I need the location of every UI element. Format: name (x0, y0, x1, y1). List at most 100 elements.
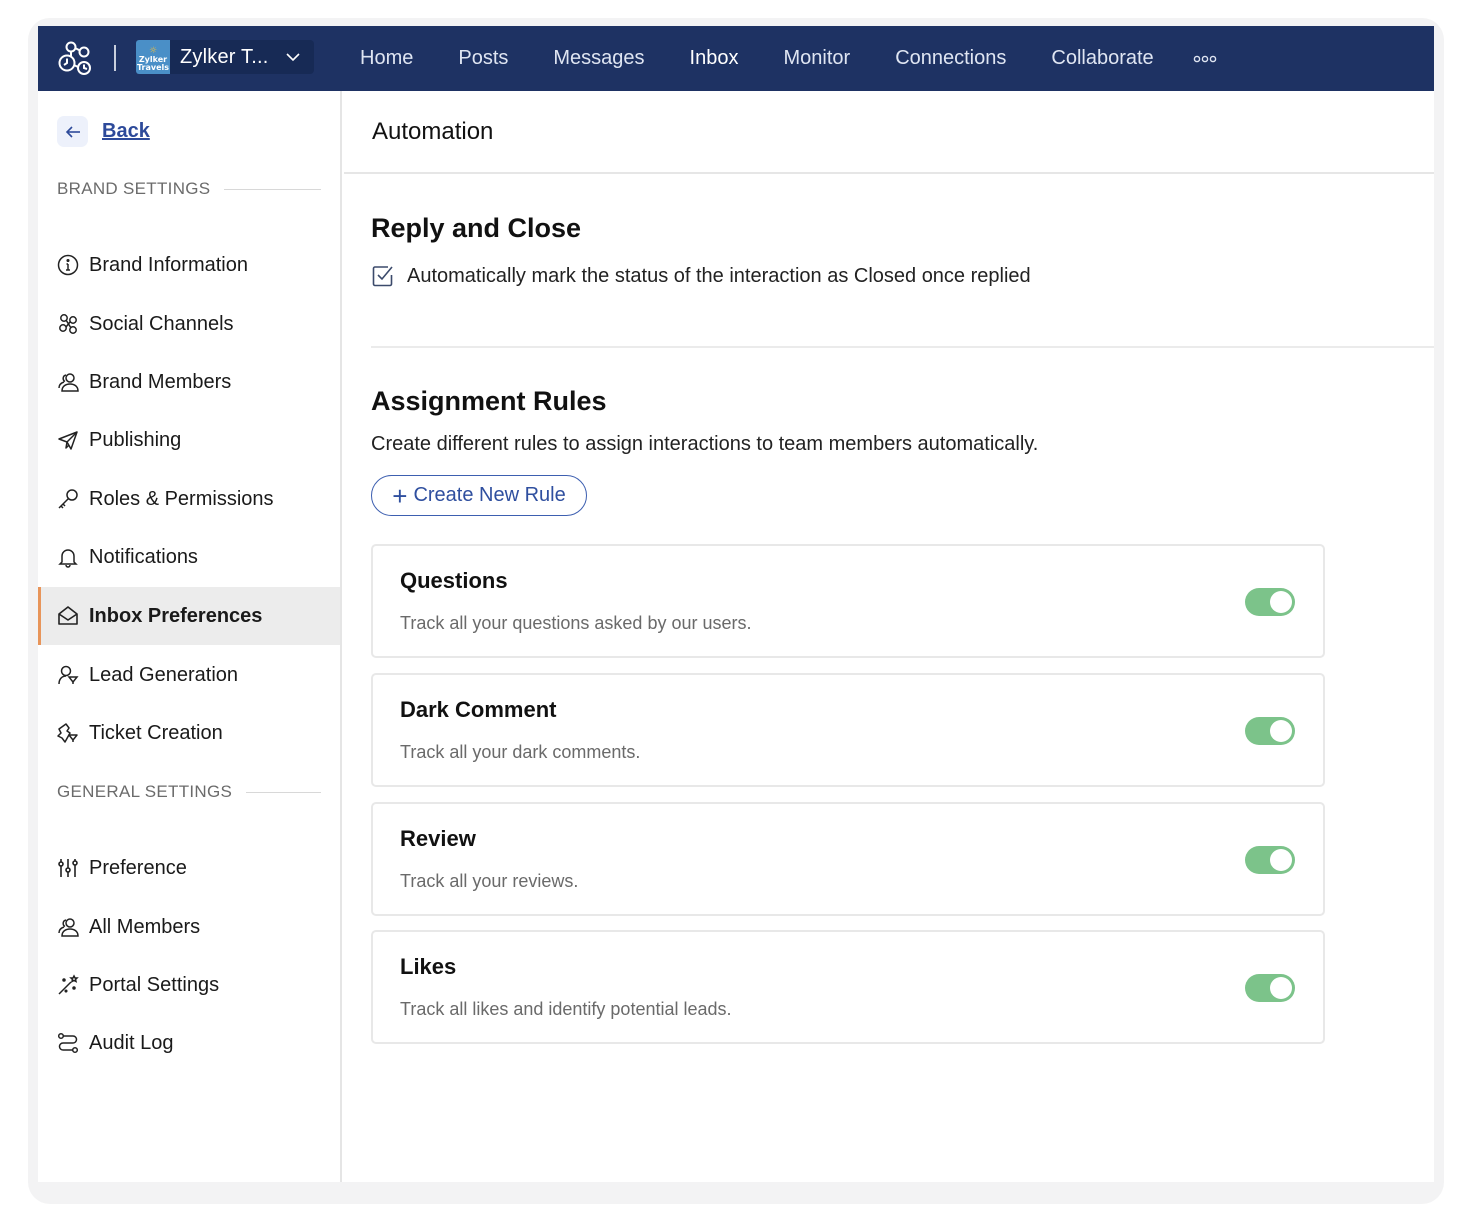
rule-toggle-likes[interactable] (1245, 974, 1295, 1002)
sidebar-item-label: Social Channels (89, 312, 234, 335)
bell-icon (57, 546, 79, 568)
section-divider (371, 346, 1434, 348)
main-content: Automation Reply and Close Automatically… (344, 91, 1434, 1182)
back-arrow-icon[interactable] (57, 116, 88, 147)
sidebar-item-label: All Members (89, 915, 201, 938)
sidebar-item-lead-generation[interactable]: Lead Generation (38, 646, 340, 704)
members-icon (57, 371, 79, 393)
app-logo-icon[interactable] (56, 39, 94, 77)
checkbox-checked-icon[interactable] (371, 264, 395, 288)
sidebar-item-preference[interactable]: Preference (38, 839, 340, 897)
sidebar-item-label: Portal Settings (89, 973, 220, 996)
rule-toggle-questions[interactable] (1245, 588, 1295, 616)
section-divider (224, 188, 321, 190)
rule-toggle-review[interactable] (1245, 846, 1295, 874)
sidebar-item-publishing[interactable]: Publishing (38, 411, 340, 469)
page-title: Automation (372, 117, 494, 145)
toggle-knob (1270, 849, 1292, 871)
sidebar-item-roles-permissions[interactable]: Roles & Permissions (38, 470, 340, 528)
toggle-knob (1270, 591, 1292, 613)
sidebar-item-audit-log[interactable]: Audit Log (38, 1014, 340, 1072)
sidebar-item-notifications[interactable]: Notifications (38, 528, 340, 586)
route-icon (57, 1032, 79, 1054)
brand-switcher[interactable]: ☼ Zylker Travels Zylker T... (136, 40, 314, 74)
toggle-knob (1270, 720, 1292, 742)
sidebar-item-ticket-creation[interactable]: Ticket Creation (38, 704, 340, 762)
sidebar-item-label: Brand Information (89, 253, 248, 276)
rule-description: Track all your questions asked by our us… (400, 613, 752, 633)
create-new-rule-button[interactable]: + Create New Rule (371, 475, 587, 516)
sliders-icon (57, 857, 79, 879)
sidebar-item-label: Lead Generation (89, 663, 239, 686)
auto-close-label: Automatically mark the status of the int… (407, 264, 1031, 287)
rule-card-review: Review Track all your reviews. (371, 802, 1325, 916)
general-settings-title: GENERAL SETTINGS (57, 782, 233, 801)
brand-logo-text-2: Travels (136, 63, 170, 72)
sidebar-item-label: Notifications (89, 545, 198, 568)
magic-wand-icon (57, 974, 79, 996)
social-channels-icon (57, 313, 79, 335)
nav-monitor[interactable]: Monitor (783, 47, 850, 70)
sidebar-item-label: Publishing (89, 428, 182, 451)
chevron-down-icon (286, 53, 300, 62)
paper-plane-icon (57, 429, 79, 451)
main-nav: Home Posts Messages Inbox Monitor Connec… (360, 26, 1217, 91)
sidebar-item-label: Ticket Creation (89, 721, 223, 744)
sidebar-item-label: Brand Members (89, 370, 232, 393)
envelope-open-icon (57, 605, 79, 627)
settings-sidebar: Back BRAND SETTINGS Brand Information So… (38, 91, 342, 1182)
page-header: Automation (344, 91, 1434, 174)
rule-description: Track all your reviews. (400, 871, 579, 891)
nav-inbox[interactable]: Inbox (690, 47, 739, 70)
auto-close-checkbox-row[interactable]: Automatically mark the status of the int… (371, 264, 1031, 288)
back-link[interactable]: Back (57, 116, 150, 147)
key-icon (57, 488, 79, 510)
info-icon (57, 254, 79, 276)
section-divider (246, 791, 321, 793)
app-window: ☼ Zylker Travels Zylker T... Home Posts … (38, 26, 1434, 1182)
sidebar-item-label: Audit Log (89, 1031, 174, 1054)
assignment-rules-description: Create different rules to assign interac… (371, 433, 1039, 455)
create-new-rule-label: Create New Rule (413, 484, 566, 506)
brand-logo: ☼ Zylker Travels (136, 40, 170, 74)
nav-posts[interactable]: Posts (458, 47, 508, 70)
sidebar-item-label: Preference (89, 856, 187, 879)
nav-connections[interactable]: Connections (895, 47, 1006, 70)
sidebar-item-brand-members[interactable]: Brand Members (38, 353, 340, 411)
members-icon (57, 916, 79, 938)
rule-description: Track all likes and identify potential l… (400, 999, 732, 1019)
ticket-icon (57, 722, 79, 744)
rule-title: Dark Comment (400, 697, 557, 722)
top-navigation-bar: ☼ Zylker Travels Zylker T... Home Posts … (38, 26, 1434, 91)
assignment-rules-title: Assignment Rules (371, 386, 607, 416)
lead-filter-icon (57, 664, 79, 686)
plus-icon: + (392, 480, 408, 511)
sidebar-item-brand-information[interactable]: Brand Information (38, 236, 340, 294)
rule-title: Review (400, 826, 476, 851)
rule-title: Likes (400, 954, 457, 979)
brand-name: Zylker T... (180, 45, 269, 68)
sidebar-item-portal-settings[interactable]: Portal Settings (38, 956, 340, 1014)
sidebar-item-social-channels[interactable]: Social Channels (38, 295, 340, 353)
nav-home[interactable]: Home (360, 47, 413, 70)
brand-settings-header: BRAND SETTINGS (57, 179, 321, 199)
general-settings-header: GENERAL SETTINGS (57, 782, 321, 802)
back-label[interactable]: Back (102, 120, 150, 143)
rule-card-likes: Likes Track all likes and identify poten… (371, 930, 1325, 1044)
reply-close-title: Reply and Close (371, 213, 582, 243)
rule-card-questions: Questions Track all your questions asked… (371, 544, 1325, 658)
sidebar-item-label: Roles & Permissions (89, 487, 274, 510)
rule-title: Questions (400, 568, 508, 593)
sidebar-item-inbox-preferences[interactable]: Inbox Preferences (38, 587, 340, 645)
rule-description: Track all your dark comments. (400, 742, 641, 762)
logo-divider (114, 45, 116, 71)
sidebar-item-label: Inbox Preferences (89, 604, 263, 627)
toggle-knob (1270, 977, 1292, 999)
sidebar-item-all-members[interactable]: All Members (38, 898, 340, 956)
brand-settings-title: BRAND SETTINGS (57, 179, 211, 198)
nav-messages[interactable]: Messages (553, 47, 644, 70)
nav-collaborate[interactable]: Collaborate (1051, 47, 1153, 70)
rule-card-dark-comment: Dark Comment Track all your dark comment… (371, 673, 1325, 787)
rule-toggle-dark-comment[interactable] (1245, 717, 1295, 745)
more-options-icon[interactable] (1193, 51, 1217, 67)
